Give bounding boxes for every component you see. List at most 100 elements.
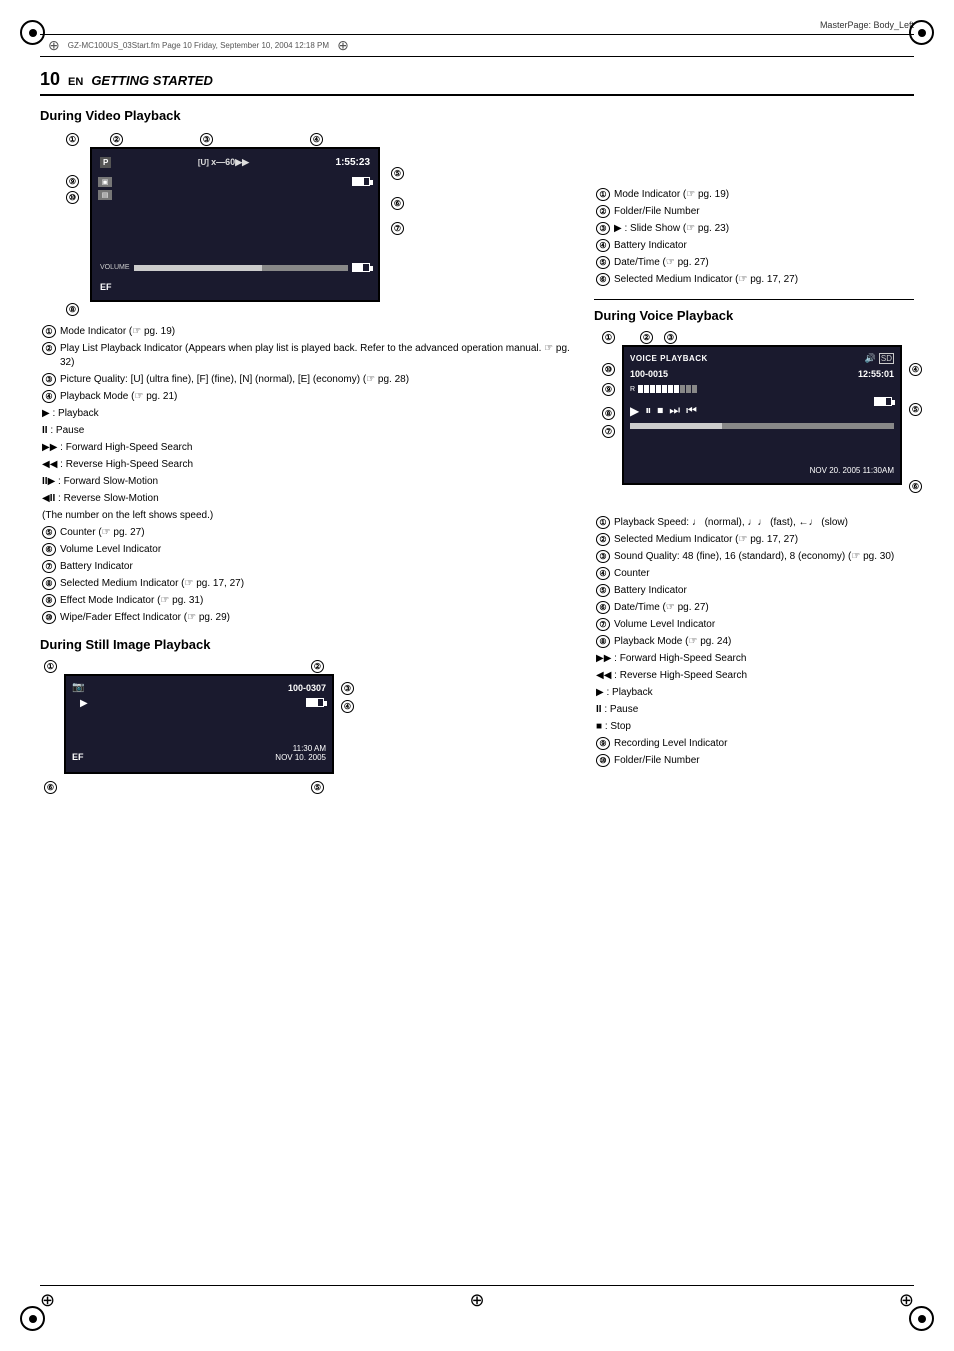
still-note-3: ③ ▶ : Slide Show (☞ pg. 23) xyxy=(594,222,914,236)
vd-ef-label: EF xyxy=(100,282,112,292)
section-divider xyxy=(594,299,914,300)
vp-file-number: 100-0015 xyxy=(630,369,668,379)
vd-volume-row: VOLUME xyxy=(100,263,370,272)
vd-top-bar: P [U] x—60▶▶ 1:55:23 xyxy=(100,157,370,168)
vd-counter: 1:55:23 xyxy=(336,157,370,168)
still-callout-5: ⑤ xyxy=(311,781,324,794)
still-note-6: ⑥ Selected Medium Indicator (☞ pg. 17, 2… xyxy=(594,273,914,287)
voice-note-8c: ▶ : Playback xyxy=(594,686,914,700)
vp-ctrl-play: ▶ xyxy=(630,404,639,418)
masterpage-label: MasterPage: Body_Left xyxy=(40,20,914,30)
still-file-number: 100-0307 xyxy=(288,683,326,693)
vp-title: VOICE PLAYBACK xyxy=(630,354,708,363)
vp-ctrl-ff: ⏭ xyxy=(669,403,680,418)
video-note-4c: ▶▶ : Forward High-Speed Search xyxy=(40,441,570,455)
vp-progress-fill xyxy=(630,423,722,429)
bottom-reg-center: ⊕ xyxy=(469,1290,484,1311)
voice-playback-section: During Voice Playback ① ② ③ ④ ⑤ ⑥ ⑦ ⑧ ⑨ … xyxy=(594,308,914,768)
reg-mark-left: ⊕ xyxy=(48,37,60,54)
voice-note-8d: II : Pause xyxy=(594,703,914,717)
video-note-4e: II▶ : Forward Slow-Motion xyxy=(40,475,570,489)
still-note-2: ② Folder/File Number xyxy=(594,205,914,219)
page-container: MasterPage: Body_Left ⊕ GZ-MC100US_03Sta… xyxy=(0,0,954,1351)
vp-ctrl-pause: ⏸ xyxy=(645,403,651,418)
callout-6: ⑥ xyxy=(391,197,404,210)
vd-wipe-icon: ▤ xyxy=(98,190,112,200)
voice-notes-list: ① Playback Speed: ♩ (normal), ♩♩ (fast),… xyxy=(594,516,914,768)
video-diagram: P [U] x—60▶▶ 1:55:23 ▣ ▤ xyxy=(90,147,380,302)
voice-playback-title: During Voice Playback xyxy=(594,308,914,323)
video-playback-section: During Video Playback ① ② ③ ④ xyxy=(40,108,570,625)
voice-note-8b: ◀◀ : Reverse High-Speed Search xyxy=(594,669,914,683)
callout-10: ⑩ xyxy=(66,191,79,204)
main-content: During Video Playback ① ② ③ ④ xyxy=(40,108,914,783)
voice-note-9: ⑨ Recording Level Indicator xyxy=(594,737,914,751)
vp-r-label: R xyxy=(630,386,635,393)
voice-callout-3: ③ xyxy=(664,331,677,344)
voice-note-1: ① Playback Speed: ♩ (normal), ♩♩ (fast),… xyxy=(594,516,914,530)
corner-reg-tl xyxy=(20,20,45,45)
callout-5: ⑤ xyxy=(391,167,404,180)
vd-volume-bar xyxy=(134,265,348,271)
page-header: 10 EN GETTING STARTED xyxy=(40,69,914,96)
video-playback-title: During Video Playback xyxy=(40,108,570,123)
video-diagram-wrapper: ① ② ③ ④ P [U] x—60▶▶ 1:55:23 xyxy=(40,131,570,315)
voice-callout-5: ⑤ xyxy=(909,403,922,416)
callout-7: ⑦ xyxy=(391,222,404,235)
voice-callout-6: ⑥ xyxy=(909,480,922,493)
voice-note-8: ⑧ Playback Mode (☞ pg. 24) xyxy=(594,635,914,649)
page-number: 10 xyxy=(40,69,60,90)
vd-battery-2 xyxy=(352,263,370,272)
still-note-1: ① Mode Indicator (☞ pg. 19) xyxy=(594,188,914,202)
video-notes-list: ① Mode Indicator (☞ pg. 19) ② Play List … xyxy=(40,325,570,625)
video-note-1: ① Mode Indicator (☞ pg. 19) xyxy=(40,325,570,339)
voice-callout-2: ② xyxy=(640,331,653,344)
still-note-5: ⑤ Date/Time (☞ pg. 27) xyxy=(594,256,914,270)
vd-battery xyxy=(352,177,370,186)
corner-reg-tr xyxy=(909,20,934,45)
vp-ctrl-stop: ⏹ xyxy=(657,403,663,418)
video-note-6: ⑥ Volume Level Indicator xyxy=(40,543,570,557)
voice-callout-9: ⑨ xyxy=(602,383,615,396)
bottom-reg-right: ⊕ xyxy=(899,1290,914,1311)
callout-8: ⑧ xyxy=(66,303,79,316)
still-camera-icon: 📷 xyxy=(72,682,84,693)
still-ef-label: EF xyxy=(72,752,84,762)
voice-note-7: ⑦ Volume Level Indicator xyxy=(594,618,914,632)
vd-effect-icon: ▣ xyxy=(98,177,112,187)
video-note-8: ⑧ Selected Medium Indicator (☞ pg. 17, 2… xyxy=(40,577,570,591)
vp-datetime: NOV 20. 2005 11:30AM xyxy=(810,466,894,475)
video-note-3: ③ Picture Quality: [U] (ultra fine), [F]… xyxy=(40,373,570,387)
still-playback-section: During Still Image Playback ① ② ③ ④ ⑤ ⑥ … xyxy=(40,637,570,783)
callout-3: ③ xyxy=(200,133,213,146)
still-callout-1: ① xyxy=(44,660,57,673)
file-info-line: ⊕ GZ-MC100US_03Start.fm Page 10 Friday, … xyxy=(40,34,914,57)
video-note-4b: II : Pause xyxy=(40,424,570,438)
video-note-4: ④ Playback Mode (☞ pg. 21) xyxy=(40,390,570,404)
vp-header: VOICE PLAYBACK 🔊 SD xyxy=(630,353,894,364)
still-datetime: 11:30 AM NOV 10. 2005 xyxy=(275,744,326,762)
vd-left-indicators: ▣ ▤ xyxy=(98,177,112,200)
reg-mark-right: ⊕ xyxy=(337,37,349,54)
vd-p-label: P xyxy=(100,157,111,168)
video-note-4d: ◀◀ : Reverse High-Speed Search xyxy=(40,458,570,472)
callout-2: ② xyxy=(110,133,123,146)
corner-reg-bl xyxy=(20,1306,45,1331)
still-notes-list: ① Mode Indicator (☞ pg. 19) ② Folder/Fil… xyxy=(594,188,914,287)
vp-seg-3 xyxy=(650,385,655,393)
vd-volume-label: VOLUME xyxy=(100,264,130,271)
voice-note-5: ⑤ Battery Indicator xyxy=(594,584,914,598)
still-notes-section: ① Mode Indicator (☞ pg. 19) ② Folder/Fil… xyxy=(594,188,914,287)
callout-4: ④ xyxy=(310,133,323,146)
still-callout-3: ③ xyxy=(341,682,354,695)
bottom-bar: ⊕ ⊕ ⊕ xyxy=(40,1285,914,1311)
voice-note-2: ② Selected Medium Indicator (☞ pg. 17, 2… xyxy=(594,533,914,547)
vp-controls-row: ▶ ⏸ ⏹ ⏭ ⏮ xyxy=(630,403,894,418)
video-note-2: ② Play List Playback Indicator (Appears … xyxy=(40,342,570,370)
voice-note-3: ③ Sound Quality: 48 (fine), 16 (standard… xyxy=(594,550,914,564)
vp-seg-9 xyxy=(686,385,691,393)
voice-diagram: VOICE PLAYBACK 🔊 SD 100-0015 12:55:01 xyxy=(622,345,902,485)
bottom-reg-left: ⊕ xyxy=(40,1290,55,1311)
voice-note-4: ④ Counter xyxy=(594,567,914,581)
callout-1: ① xyxy=(66,133,79,146)
